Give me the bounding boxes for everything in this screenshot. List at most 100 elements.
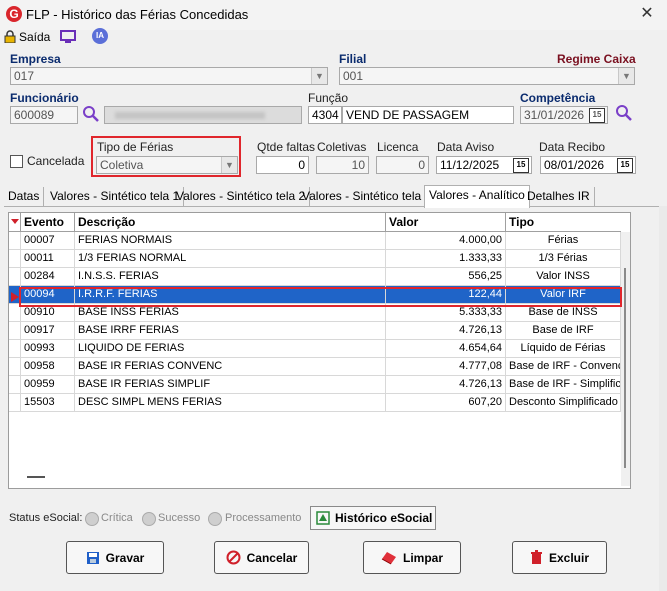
cancelar-button[interactable]: Cancelar bbox=[214, 541, 309, 574]
tab-detalhes-ir[interactable]: Detalhes IR bbox=[523, 187, 595, 206]
tipo-ferias-label: Tipo de Férias bbox=[97, 140, 174, 154]
cell-tipo: Valor INSS bbox=[506, 268, 621, 286]
monitor-icon[interactable] bbox=[60, 30, 76, 46]
chevron-down-icon[interactable]: ▼ bbox=[618, 68, 634, 84]
row-indicator-cell bbox=[9, 340, 21, 358]
critica-status-icon bbox=[85, 512, 99, 526]
table-row[interactable]: 00993 LIQUIDO DE FERIAS 4.654,64 Líquido de… bbox=[9, 340, 621, 358]
chevron-down-icon[interactable]: ▼ bbox=[311, 68, 327, 84]
row-indicator-cell bbox=[9, 250, 21, 268]
qtde-faltas-field[interactable]: 0 bbox=[256, 156, 309, 174]
col-valor[interactable]: Valor bbox=[386, 213, 506, 232]
cell-evento: 00993 bbox=[21, 340, 75, 358]
licenca-label: Licenca bbox=[377, 140, 419, 154]
historico-esocial-button[interactable]: Histórico eSocial bbox=[310, 506, 436, 530]
filial-value: 001 bbox=[343, 69, 364, 83]
filial-select[interactable]: 001 ▼ bbox=[339, 67, 635, 85]
calendar-icon[interactable]: 15 bbox=[617, 158, 633, 173]
calendar-icon[interactable]: 15 bbox=[589, 108, 605, 123]
data-aviso-field[interactable]: 11/12/2025 15 bbox=[436, 156, 532, 174]
tipo-ferias-value: Coletiva bbox=[100, 158, 144, 172]
cell-descricao: BASE IR FERIAS CONVENC bbox=[75, 358, 386, 376]
cell-evento: 00958 bbox=[21, 358, 75, 376]
row-indicator-cell bbox=[9, 232, 21, 250]
table-row[interactable]: 00917 BASE IRRF FERIAS 4.726,13 Base de IRF bbox=[9, 322, 621, 340]
cell-descricao: 1/3 FERIAS NORMAL bbox=[75, 250, 386, 268]
tab-sintetico-3[interactable]: Valores - Sintético tela 3 bbox=[298, 187, 437, 206]
cell-evento: 00007 bbox=[21, 232, 75, 250]
cell-descricao: FERIAS NORMAIS bbox=[75, 232, 386, 250]
search-icon[interactable] bbox=[615, 104, 633, 125]
cancel-icon bbox=[226, 550, 241, 565]
table-row[interactable]: 00011 1/3 FERIAS NORMAL 1.333,33 1/3 Férias bbox=[9, 250, 621, 268]
empresa-select[interactable]: 017 ▼ bbox=[10, 67, 328, 85]
licenca-field[interactable]: 0 bbox=[376, 156, 429, 174]
tab-sintetico-1[interactable]: Valores - Sintético tela 1 bbox=[46, 187, 185, 206]
data-recibo-value: 08/01/2026 bbox=[544, 158, 605, 172]
row-indicator-cell bbox=[9, 376, 21, 394]
gravar-button[interactable]: Gravar bbox=[66, 541, 164, 574]
table-row[interactable]: 00958 BASE IR FERIAS CONVENC 4.777,08 Base … bbox=[9, 358, 621, 376]
row-indicator-cell bbox=[9, 358, 21, 376]
chevron-down-icon[interactable]: ▼ bbox=[221, 157, 237, 173]
excluir-button[interactable]: Excluir bbox=[512, 541, 607, 574]
limpar-button[interactable]: Limpar bbox=[363, 541, 461, 574]
scrollbar-thumb[interactable] bbox=[624, 268, 626, 468]
scrollbar[interactable] bbox=[621, 232, 630, 486]
table-row[interactable]: 15503 DESC SIMPL MENS FERIAS 607,20 Descont… bbox=[9, 394, 621, 412]
horizontal-scroll-thumb[interactable] bbox=[27, 476, 45, 478]
ia-button[interactable]: IA bbox=[92, 28, 108, 44]
excluir-label: Excluir bbox=[548, 550, 590, 565]
competencia-field[interactable]: 31/01/2026 15 bbox=[520, 106, 608, 124]
trash-icon bbox=[530, 550, 542, 564]
qtde-faltas-label: Qtde faltas bbox=[257, 140, 316, 154]
empresa-value: 017 bbox=[14, 69, 35, 83]
selected-row-highlight bbox=[19, 287, 622, 307]
cell-tipo: Base de IRF - Convenci bbox=[506, 358, 621, 376]
critica-label: Crítica bbox=[101, 512, 133, 524]
cell-tipo: 1/3 Férias bbox=[506, 250, 621, 268]
close-button[interactable]: ✕ bbox=[636, 4, 658, 24]
esocial-status-label: Status eSocial: bbox=[9, 512, 83, 524]
tipo-ferias-select[interactable]: Coletiva ▼ bbox=[96, 156, 238, 174]
cancelar-label: Cancelar bbox=[246, 550, 298, 565]
tab-analitico[interactable]: Valores - Analítico bbox=[424, 185, 530, 208]
data-recibo-field[interactable]: 08/01/2026 15 bbox=[540, 156, 636, 174]
lock-icon[interactable] bbox=[4, 30, 16, 44]
row-pointer-icon bbox=[11, 291, 19, 305]
tab-datas[interactable]: Datas bbox=[4, 187, 45, 206]
cell-valor: 4.726,13 bbox=[386, 322, 506, 340]
table-row[interactable]: 00284 I.N.S.S. FERIAS 556,25 Valor INSS bbox=[9, 268, 621, 286]
cancelada-label: Cancelada bbox=[27, 154, 85, 168]
cancelada-checkbox[interactable] bbox=[10, 155, 23, 168]
cell-tipo: Desconto Simplificado M bbox=[506, 394, 621, 412]
cell-descricao: LIQUIDO DE FERIAS bbox=[75, 340, 386, 358]
tab-strip-line bbox=[4, 206, 667, 207]
cell-evento: 00284 bbox=[21, 268, 75, 286]
cell-tipo: Base de IRF - Simplifica bbox=[506, 376, 621, 394]
gravar-label: Gravar bbox=[105, 550, 145, 565]
col-tipo[interactable]: Tipo bbox=[506, 213, 621, 232]
funcionario-name-field bbox=[104, 106, 302, 124]
sort-triangle-icon bbox=[11, 219, 19, 224]
table-row[interactable]: 00007 FERIAS NORMAIS 4.000,00 Férias bbox=[9, 232, 621, 250]
col-descricao[interactable]: Descrição bbox=[75, 213, 386, 232]
cell-tipo: Líquido de Férias bbox=[506, 340, 621, 358]
exit-button[interactable]: Saída bbox=[19, 30, 50, 44]
competencia-value: 31/01/2026 bbox=[524, 108, 585, 122]
funcionario-code-field[interactable]: 600089 bbox=[10, 106, 78, 124]
cell-valor: 4.777,08 bbox=[386, 358, 506, 376]
col-evento[interactable]: Evento bbox=[21, 213, 75, 232]
window-title: FLP - Histórico das Férias Concedidas bbox=[26, 7, 249, 22]
cell-valor: 4.000,00 bbox=[386, 232, 506, 250]
valores-grid: Evento Descrição Valor Tipo 00007 FERIAS … bbox=[8, 212, 631, 489]
sucesso-label: Sucesso bbox=[158, 512, 201, 524]
tab-sintetico-2[interactable]: Valores - Sintético tela 2 bbox=[172, 187, 311, 206]
cell-evento: 00917 bbox=[21, 322, 75, 340]
table-row[interactable]: 00959 BASE IR FERIAS SIMPLIF 4.726,13 Base … bbox=[9, 376, 621, 394]
header-corner bbox=[9, 213, 21, 232]
search-icon[interactable] bbox=[82, 105, 100, 126]
data-recibo-label: Data Recibo bbox=[539, 140, 606, 154]
calendar-icon[interactable]: 15 bbox=[513, 158, 529, 173]
coletivas-field[interactable]: 10 bbox=[316, 156, 369, 174]
